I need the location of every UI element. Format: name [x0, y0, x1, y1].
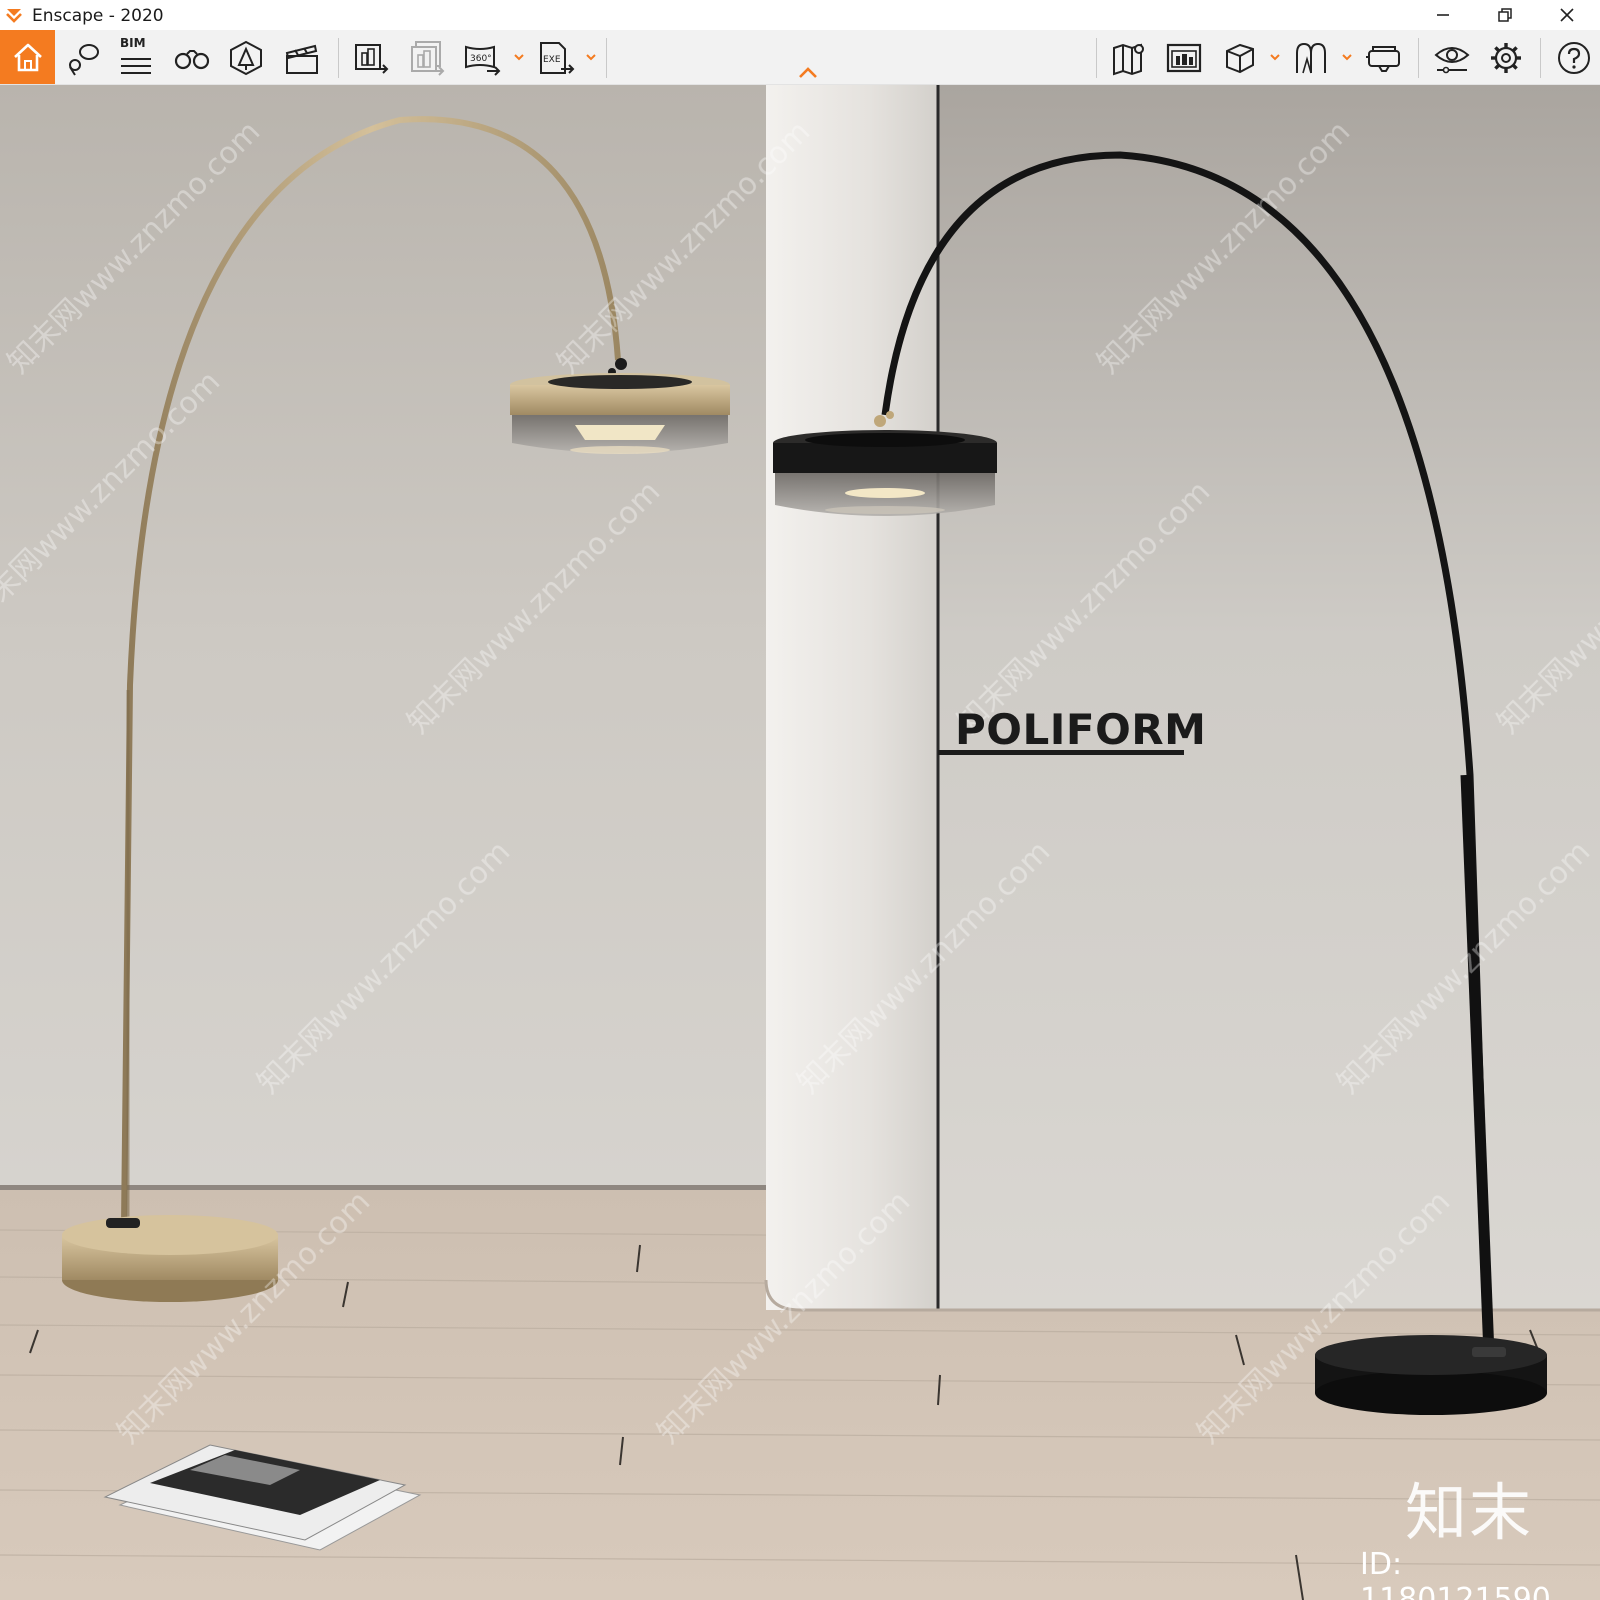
help-icon	[1558, 42, 1590, 74]
chevron-down-icon[interactable]	[512, 50, 526, 64]
minimize-button[interactable]	[1412, 0, 1474, 30]
settings-icon	[1491, 43, 1521, 73]
map-icon	[1113, 43, 1144, 76]
minimize-icon	[1437, 14, 1449, 16]
visual-settings-icon	[1166, 43, 1202, 73]
export-exe-icon: EXE	[540, 42, 575, 74]
toolbar-separator	[1540, 38, 1541, 78]
map-button[interactable]	[1110, 38, 1150, 78]
render-viewport[interactable]: 知末网www.znzmo.com 知末网www.znzmo.com 知末网www…	[0, 85, 1600, 1600]
toolbar-separator	[1096, 38, 1097, 78]
collapse-toolbar-icon[interactable]	[796, 66, 820, 80]
view-management-button[interactable]	[62, 38, 102, 78]
export-exe-button[interactable]: EXE	[536, 38, 576, 78]
help-button[interactable]	[1554, 38, 1594, 78]
vr-headset-button[interactable]	[1364, 38, 1404, 78]
export-360-panorama-icon: 360°	[465, 45, 501, 76]
vr-headset-icon	[1366, 46, 1400, 72]
settings-button[interactable]	[1486, 38, 1526, 78]
toolbar-separator	[338, 38, 339, 78]
video-editor-button[interactable]	[282, 38, 322, 78]
close-icon	[1560, 8, 1574, 22]
cube-view-button[interactable]	[1220, 38, 1260, 78]
close-button[interactable]	[1536, 0, 1598, 30]
window-title: Enscape - 2020	[32, 6, 164, 26]
restore-button[interactable]	[1474, 0, 1536, 30]
view-visibility-button[interactable]	[1432, 38, 1472, 78]
toolbar-separator	[1418, 38, 1419, 78]
main-toolbar: BIM 360° EXE	[0, 30, 1600, 85]
asset-library-icon	[230, 40, 262, 76]
view-management-icon	[69, 44, 99, 76]
title-bar: Enscape - 2020	[0, 0, 1600, 30]
export-360-panorama-button[interactable]: 360°	[462, 38, 502, 78]
render-scene: 知末网www.znzmo.com 知末网www.znzmo.com 知末网www…	[0, 85, 1600, 1600]
visual-settings-button[interactable]	[1164, 38, 1204, 78]
toolbar-separator	[606, 38, 607, 78]
watermark-id: ID: 1180121590	[1360, 1547, 1551, 1600]
svg-text:EXE: EXE	[543, 55, 561, 65]
asset-library-button[interactable]	[226, 38, 266, 78]
binoculars-icon	[174, 50, 210, 70]
export-screenshot-icon	[355, 44, 389, 74]
video-editor-icon	[285, 44, 318, 74]
watermark-logo: 知末	[1405, 1476, 1534, 1549]
home-icon	[13, 43, 42, 72]
export-screenshot-button[interactable]	[352, 38, 392, 78]
bim-info-button[interactable]	[116, 38, 156, 78]
bim-info-icon	[121, 58, 151, 74]
brand-underline	[938, 750, 1184, 755]
chevron-down-icon[interactable]	[584, 50, 598, 64]
material-editor-button[interactable]	[1292, 38, 1332, 78]
home-button[interactable]	[0, 30, 55, 84]
batch-render-icon	[411, 41, 445, 76]
restore-icon	[1498, 8, 1512, 22]
material-editor-icon	[1296, 42, 1326, 74]
chevron-down-icon[interactable]	[1268, 50, 1282, 64]
cube-view-icon	[1226, 43, 1254, 74]
chevron-down-icon[interactable]	[1340, 50, 1354, 64]
binoculars-button[interactable]	[172, 38, 212, 78]
svg-text:360°: 360°	[470, 54, 492, 64]
enscape-logo-icon	[6, 9, 22, 23]
brand-label: POLIFORM	[955, 705, 1207, 754]
view-visibility-icon	[1434, 47, 1470, 74]
batch-render-button[interactable]	[408, 38, 448, 78]
